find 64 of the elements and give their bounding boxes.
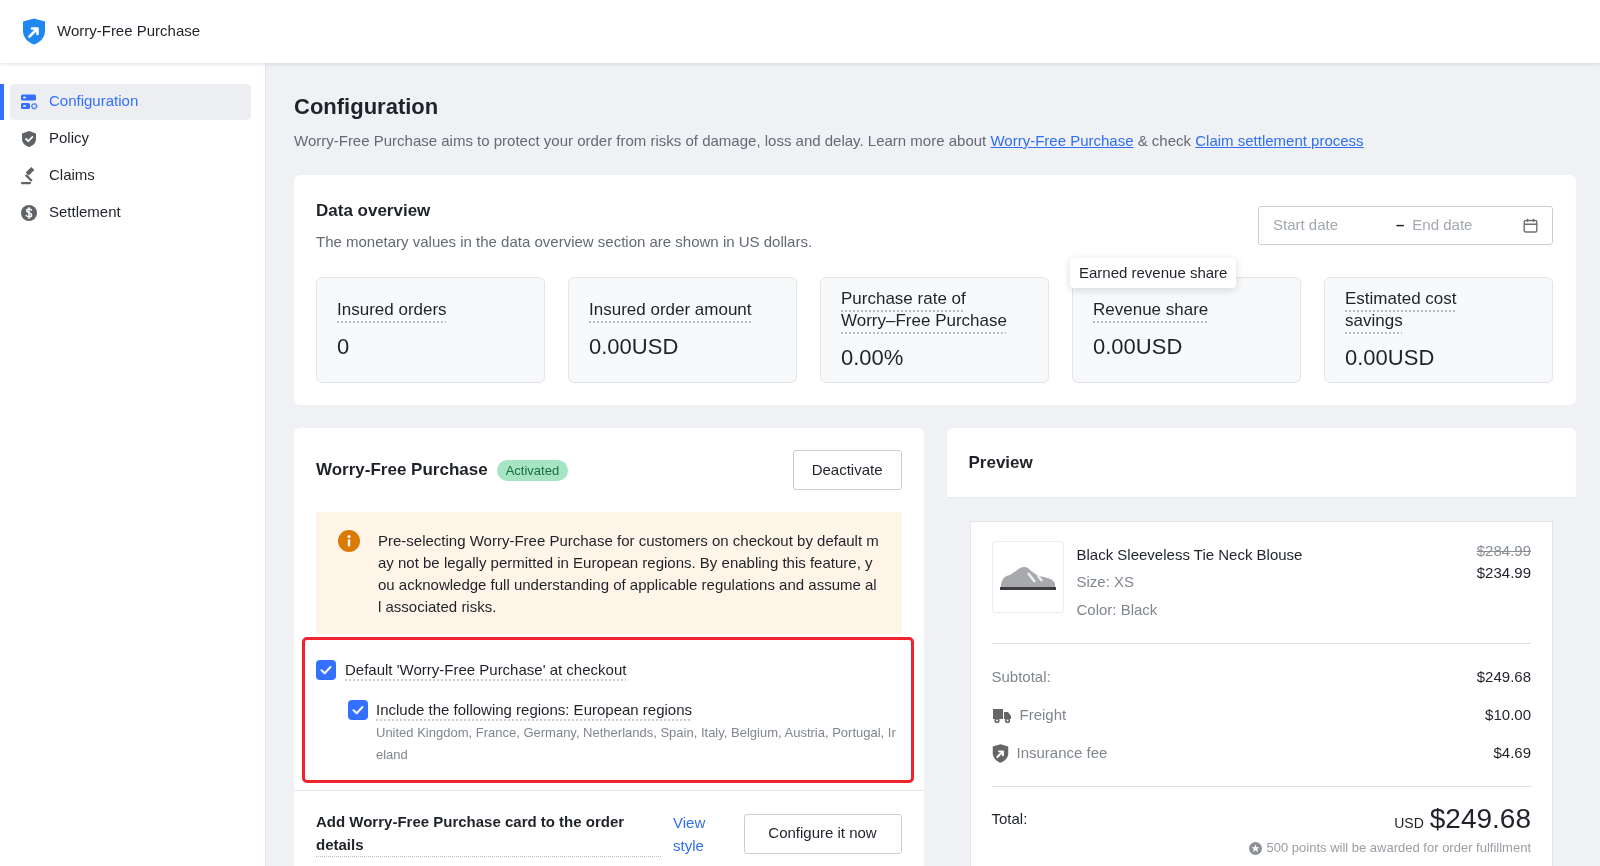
info-icon <box>338 530 360 552</box>
link[interactable]: Claim settlement process <box>1195 132 1364 149</box>
card-title: Preview <box>968 451 1033 474</box>
stat-label: Insured orders <box>337 299 448 321</box>
sidebar-item[interactable]: Settlement <box>10 194 251 231</box>
dollar-coin-icon <box>20 203 38 222</box>
sidebar-item[interactable]: Policy <box>10 120 251 157</box>
setting-label: Add Worry-Free Purchase card to the order details <box>316 810 661 857</box>
checkbox-label: Default 'Worry-Free Purchase' at checkout <box>345 660 627 680</box>
summary-label: Freight <box>1019 704 1067 725</box>
settings-panel-icon <box>20 92 38 111</box>
stat-value: 0.00USD <box>1093 333 1184 361</box>
view-style-link[interactable]: View style <box>673 810 717 857</box>
truck-icon <box>991 706 1012 724</box>
summary-value: $249.68 <box>1476 666 1531 687</box>
stat-value: 0.00% <box>841 344 905 372</box>
stat-value: 0 <box>337 333 351 361</box>
section-subtitle: The monetary values in the data overview section are shown in US dollars. <box>316 232 813 252</box>
product-price: $234.99 <box>1476 563 1531 583</box>
currency-label: USD <box>1394 814 1424 833</box>
calendar-icon <box>1523 218 1538 233</box>
stat-label: Estimated cost savings <box>1345 288 1458 332</box>
product-color: Color: Black <box>1076 600 1159 620</box>
product-name: Black Sleeveless Tie Neck Blouse <box>1076 545 1303 565</box>
start-date-input[interactable]: Start date <box>1273 214 1373 237</box>
shield-logo-icon <box>22 18 46 45</box>
sidebar-item[interactable]: Configuration <box>10 83 251 120</box>
status-badge: Activated <box>496 459 569 481</box>
checkbox[interactable] <box>316 660 336 680</box>
checkbox[interactable] <box>348 700 368 720</box>
end-date-input[interactable]: End date <box>1412 214 1513 237</box>
total-amount: $249.68 <box>1429 803 1531 835</box>
stat-label: Revenue share <box>1093 299 1210 321</box>
summary-label: Insurance fee <box>1016 742 1108 763</box>
deactivate-button[interactable]: Deactivate <box>792 450 902 490</box>
star-badge-icon <box>1248 841 1262 855</box>
product-size: Size: XS <box>1076 572 1136 592</box>
section-title: Data overview <box>316 200 432 222</box>
page-title: Configuration <box>294 93 440 121</box>
stat-value: 0.00USD <box>1345 344 1436 372</box>
stat-label: Insured order amount <box>589 299 753 321</box>
app-title: Worry-Free Purchase <box>57 21 201 42</box>
stat-value: 0.00USD <box>589 333 680 361</box>
page-description: Worry-Free Purchase aims to protect your order from risks of damage, loss and delay. Learn more about Worry-Free Purchase & check Claim settlement process <box>294 131 1365 151</box>
tooltip: Earned revenue share <box>1070 258 1237 288</box>
summary-value: $10.00 <box>1485 704 1531 725</box>
points-note: 500 points will be awarded for order fulfillment <box>1266 839 1531 857</box>
shield-check-icon <box>20 129 38 148</box>
active-indicator <box>0 83 4 120</box>
summary-label: Subtotal: <box>991 666 1051 687</box>
configure-button[interactable]: Configure it now <box>743 813 902 854</box>
stat-label: Purchase rate of Worry–Free Purchase <box>841 288 1008 332</box>
date-separator: – <box>1396 215 1405 236</box>
warning-text: Pre-selecting Worry-Free Purchase for customers on checkout by default may not be legally permitted in European regions. By enabling this feature, you acknowledge full understanding of applicable regulations and assume all associated risks. <box>378 531 880 617</box>
date-range-field[interactable]: Start date – End date <box>1258 206 1553 245</box>
shield-arrow-icon <box>991 743 1009 763</box>
region-list: United Kingdom, France, Germany, Netherlands, Spain, Italy, Belgium, Austria, Portugal, Ireland <box>376 722 900 766</box>
original-price: $284.99 <box>1476 541 1531 561</box>
summary-value: $4.69 <box>1493 742 1531 763</box>
sidebar-item[interactable]: Claims <box>10 157 251 194</box>
total-label: Total: <box>991 808 1028 829</box>
link[interactable]: Worry-Free Purchase <box>990 132 1134 149</box>
card-title: Worry-Free Purchase <box>316 459 488 482</box>
checkbox-label: Include the following regions: European regions <box>376 700 693 720</box>
